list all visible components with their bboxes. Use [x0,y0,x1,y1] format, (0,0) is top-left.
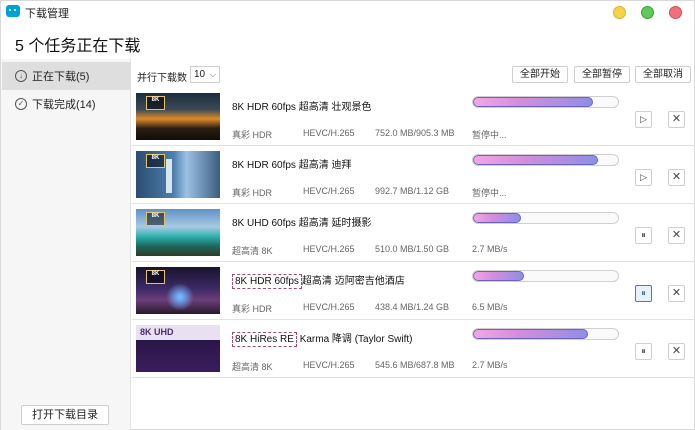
progress-fill [473,271,524,281]
size-text: 752.0 MB/905.3 MB [375,128,455,138]
close-icon: ✕ [671,345,682,357]
pause-all-button[interactable]: 全部暂停 [574,66,630,83]
close-icon: ✕ [671,113,682,125]
codec-text: HEVC/H.265 [303,360,355,370]
progress-fill [473,213,521,223]
progress-fill [473,155,598,165]
title-prefix: 8K HiRes RE [232,332,297,347]
concurrency-label: 并行下载数 [137,73,187,84]
cancel-button[interactable]: ✕ [668,169,685,186]
pause-icon: ⏸ [641,346,646,356]
progress-bar [472,270,619,282]
status-text: 6.5 MB/s [472,302,508,312]
quality-text: 真彩 HDR [232,304,272,314]
download-row: 8K UHD 8K HiRes RE Karma 降调 (Taylor Swif… [132,320,695,378]
video-thumbnail: 8K [136,151,220,198]
download-manager-window: 下载管理 5 个任务正在下载 ↓ 正在下载(5) ✓ 下载完成(14) 打开下载… [0,0,695,430]
sidebar-item-label: 正在下载(5) [32,71,90,83]
close-icon: ✕ [671,229,682,241]
progress-bar [472,328,619,340]
title-prefix: 8K HDR 60fps [232,274,302,289]
check-circle-icon: ✓ [15,98,27,110]
sidebar: ↓ 正在下载(5) ✓ 下载完成(14) [1,59,131,430]
progress-fill [473,329,588,339]
close-icon: ✕ [671,287,682,299]
cancel-button[interactable]: ✕ [668,111,685,128]
concurrency-select[interactable]: 10 ⌵ [190,66,220,83]
codec-text: HEVC/H.265 [303,302,355,312]
video-title: 8K UHD 60fps 超高清 延时摄影 [232,218,372,229]
app-logo-icon [6,5,20,17]
play-button[interactable]: ▷ [635,111,652,128]
sidebar-item-label: 下载完成(14) [32,99,96,111]
download-row: 8K 8K HDR 60fps 超高清 壮观景色 真彩 HDR HEVC/H.2… [132,88,695,146]
status-text: 暂停中... [472,130,507,140]
toolbar: 并行下载数 10 ⌵ 全部开始 全部暂停 全部取消 [132,64,695,86]
quality-badge: 8K [146,270,165,284]
download-row: 8K 8K HDR 60fps 超高清 迪拜 真彩 HDR HEVC/H.265… [132,146,695,204]
page-title: 5 个任务正在下载 [15,38,141,55]
status-text: 2.7 MB/s [472,360,508,370]
close-icon: ✕ [671,171,682,183]
video-thumbnail: 8K [136,93,220,140]
codec-text: HEVC/H.265 [303,244,355,254]
maximize-button[interactable] [641,6,654,19]
pause-icon: ⏸ [641,288,646,298]
video-thumbnail: 8K [136,267,220,314]
video-thumbnail: 8K [136,209,220,256]
size-text: 545.6 MB/687.8 MB [375,360,455,370]
quality-text: 真彩 HDR [232,130,272,140]
progress-fill [473,97,594,107]
progress-bar [472,96,619,108]
codec-text: HEVC/H.265 [303,128,355,138]
progress-bar [472,212,619,224]
progress-bar [472,154,619,166]
download-row: 8K 8K UHD 60fps 超高清 延时摄影 超高清 8K HEVC/H.2… [132,204,695,262]
size-text: 510.0 MB/1.50 GB [375,244,450,254]
sidebar-item-downloading[interactable]: ↓ 正在下载(5) [2,62,131,90]
pause-button[interactable]: ⏸ [635,285,652,302]
sidebar-item-completed[interactable]: ✓ 下载完成(14) [2,90,131,118]
pause-button[interactable]: ⏸ [635,343,652,360]
close-button[interactable] [669,6,682,19]
title-bar: 下载管理 [1,1,695,23]
video-title: 8K HDR 60fps 超高清 迈阿密吉他酒店 [232,272,405,289]
play-icon: ▷ [640,114,647,124]
pause-button[interactable]: ⏸ [635,227,652,244]
download-circle-icon: ↓ [15,70,27,82]
start-all-button[interactable]: 全部开始 [512,66,568,83]
cancel-button[interactable]: ✕ [668,285,685,302]
cancel-button[interactable]: ✕ [668,227,685,244]
size-text: 438.4 MB/1.24 GB [375,302,450,312]
quality-text: 超高清 8K [232,362,273,372]
cancel-all-button[interactable]: 全部取消 [635,66,691,83]
quality-badge: 8K [146,96,165,110]
quality-badge: 8K UHD [140,327,174,337]
video-thumbnail: 8K UHD [136,325,220,372]
window-title: 下载管理 [25,8,69,20]
status-text: 2.7 MB/s [472,244,508,254]
size-text: 992.7 MB/1.12 GB [375,186,450,196]
codec-text: HEVC/H.265 [303,186,355,196]
concurrency-value: 10 [194,69,206,80]
download-row: 8K 8K HDR 60fps 超高清 迈阿密吉他酒店 真彩 HDR HEVC/H… [132,262,695,320]
quality-badge: 8K [146,212,165,226]
video-title: 8K HDR 60fps 超高清 壮观景色 [232,102,372,113]
status-text: 暂停中... [472,188,507,198]
quality-text: 真彩 HDR [232,188,272,198]
play-icon: ▷ [640,172,647,182]
quality-badge: 8K [146,154,165,168]
open-download-folder-button[interactable]: 打开下载目录 [21,405,109,425]
cancel-button[interactable]: ✕ [668,343,685,360]
quality-text: 超高清 8K [232,246,273,256]
video-title: 8K HDR 60fps 超高清 迪拜 [232,160,352,171]
pause-icon: ⏸ [641,230,646,240]
chevron-down-icon: ⌵ [209,70,216,79]
play-button[interactable]: ▷ [635,169,652,186]
video-title: 8K HiRes RE Karma 降调 (Taylor Swift) [232,330,412,347]
minimize-button[interactable] [613,6,626,19]
